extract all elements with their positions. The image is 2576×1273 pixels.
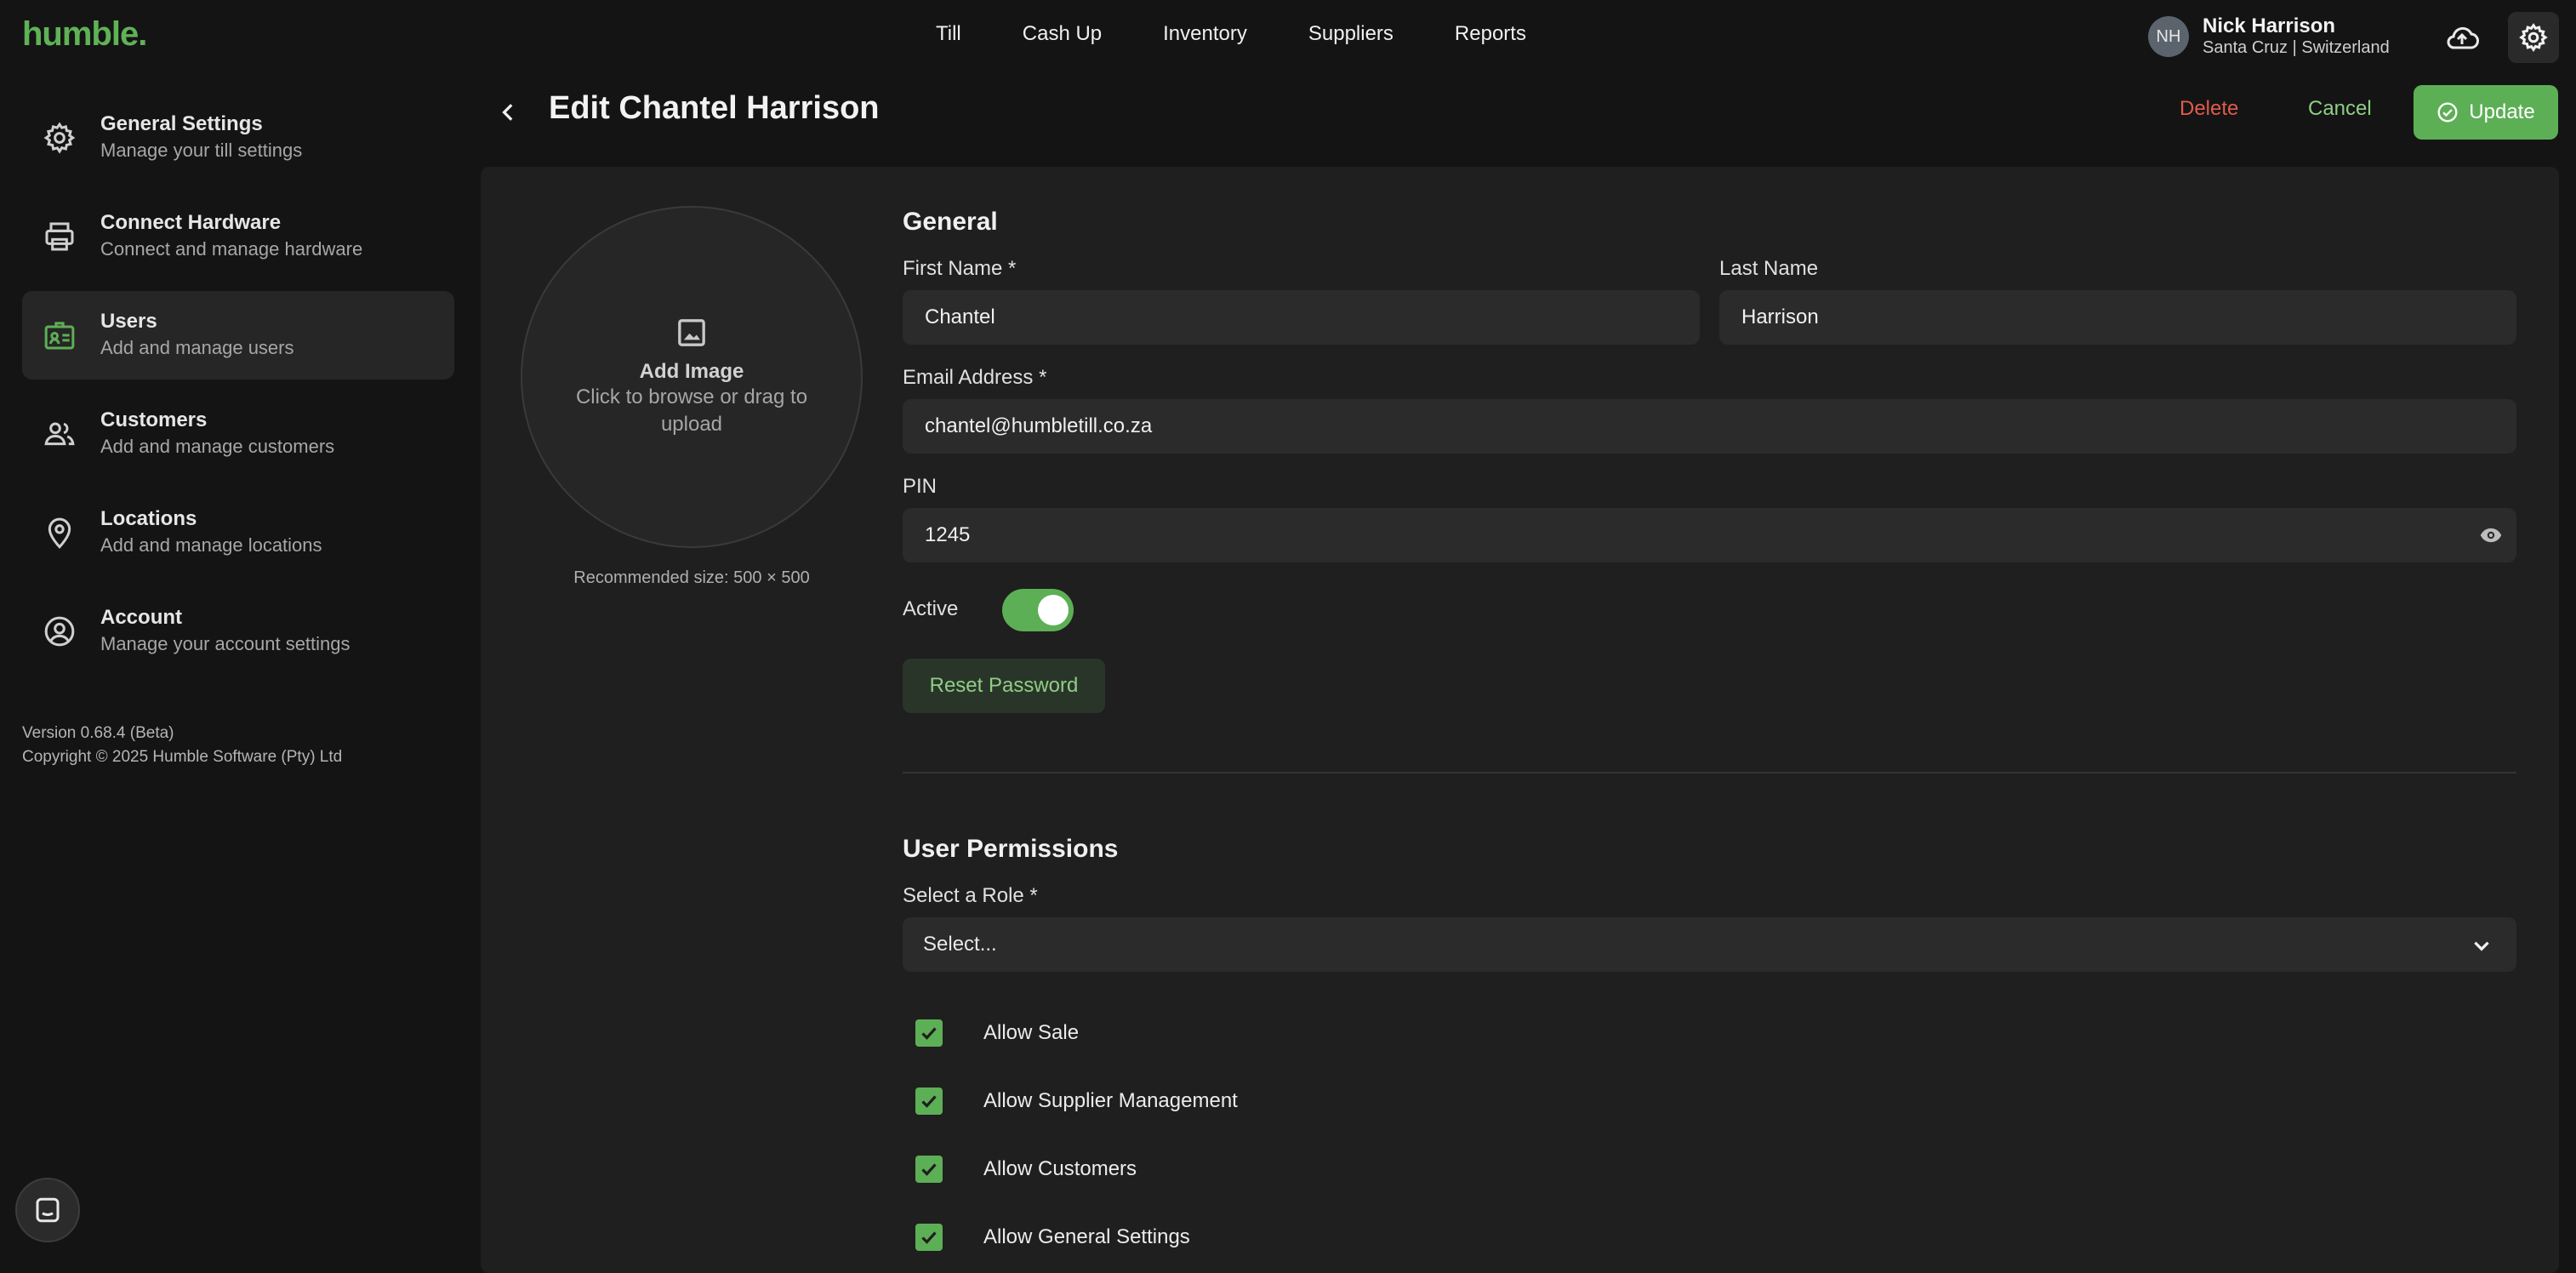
sidebar-item-subtitle: Manage your till settings <box>100 140 303 161</box>
user-permissions-title: User Permissions <box>903 835 1119 863</box>
support-chat-button[interactable] <box>15 1178 80 1242</box>
permission-allow-customers[interactable]: Allow Customers <box>915 1156 1137 1183</box>
recommended-size-note: Recommended size: 500 × 500 <box>573 568 810 587</box>
section-divider <box>903 772 2516 774</box>
role-select[interactable]: Select... <box>903 917 2516 972</box>
permission-label: Allow Sale <box>983 1021 1080 1044</box>
sidebar-item-title: Account <box>100 606 182 629</box>
sidebar-item-general-settings[interactable]: General Settings Manage your till settin… <box>22 94 454 182</box>
id-card-icon <box>41 317 78 354</box>
reset-password-button[interactable]: Reset Password <box>903 659 1105 713</box>
chevron-down-icon <box>2471 934 2493 956</box>
permission-allow-sale[interactable]: Allow Sale <box>915 1019 1079 1047</box>
sidebar-item-title: Connect Hardware <box>100 211 282 234</box>
add-image-hint: Click to browse or drag to upload <box>575 385 808 436</box>
gear-icon <box>2518 22 2549 53</box>
user-name: Nick Harrison <box>2203 14 2336 37</box>
chat-icon <box>32 1195 63 1225</box>
toggle-knob <box>1038 595 1069 625</box>
permission-allow-general-settings[interactable]: Allow General Settings <box>915 1224 1190 1251</box>
permission-label: Allow General Settings <box>983 1225 1190 1248</box>
avatar: NH <box>2148 16 2189 57</box>
last-name-field[interactable]: Harrison <box>1719 290 2516 345</box>
first-name-field[interactable]: Chantel <box>903 290 1700 345</box>
check-icon <box>921 1163 937 1176</box>
sidebar-item-customers[interactable]: Customers Add and manage customers <box>22 390 454 478</box>
check-icon <box>921 1231 937 1244</box>
top-navigation: Till Cash Up Inventory Suppliers Reports <box>936 22 1587 46</box>
nav-inventory[interactable]: Inventory <box>1163 22 1247 46</box>
sidebar-item-title: General Settings <box>100 112 263 135</box>
sidebar-item-subtitle: Connect and manage hardware <box>100 238 363 260</box>
general-section-title: General <box>903 208 998 236</box>
role-label: Select a Role * <box>903 884 1038 907</box>
pin-value: 1245 <box>925 523 971 546</box>
sidebar-item-subtitle: Add and manage users <box>100 337 294 358</box>
sidebar-item-connect-hardware[interactable]: Connect Hardware Connect and manage hard… <box>22 192 454 281</box>
active-toggle[interactable] <box>1002 589 1074 631</box>
image-upload-dropzone[interactable]: Add Image Click to browse or drag to upl… <box>521 206 863 548</box>
app-logo[interactable]: humble. <box>22 15 147 54</box>
sidebar-item-title: Customers <box>100 408 208 431</box>
check-circle-icon <box>2436 101 2469 123</box>
delete-button[interactable]: Delete <box>2180 97 2238 121</box>
eye-icon[interactable] <box>2479 523 2503 547</box>
nav-suppliers[interactable]: Suppliers <box>1308 22 1393 46</box>
pin-field[interactable]: 1245 <box>903 508 2516 562</box>
pin-label: PIN <box>903 475 938 498</box>
sidebar-item-locations[interactable]: Locations Add and manage locations <box>22 488 454 577</box>
nav-reports[interactable]: Reports <box>1455 22 1526 46</box>
user-info: Nick Harrison Santa Cruz | Switzerland <box>2203 15 2390 58</box>
check-icon <box>921 1095 937 1108</box>
back-button[interactable] <box>492 92 526 133</box>
settings-sidebar: General Settings Manage your till settin… <box>22 94 454 686</box>
sidebar-item-subtitle: Manage your account settings <box>100 633 350 654</box>
sidebar-item-users[interactable]: Users Add and manage users <box>22 291 454 380</box>
checkbox[interactable] <box>915 1019 943 1047</box>
checkbox[interactable] <box>915 1087 943 1115</box>
settings-button[interactable] <box>2508 12 2559 63</box>
cloud-upload-icon <box>2445 24 2479 51</box>
permission-label: Allow Supplier Management <box>983 1089 1238 1112</box>
chevron-left-icon <box>498 100 520 125</box>
sidebar-item-subtitle: Add and manage customers <box>100 436 335 457</box>
checkbox[interactable] <box>915 1224 943 1251</box>
checkbox[interactable] <box>915 1156 943 1183</box>
email-label: Email Address * <box>903 366 1047 389</box>
permission-label: Allow Customers <box>983 1157 1137 1180</box>
image-icon <box>675 316 709 350</box>
sidebar-item-account[interactable]: Account Manage your account settings <box>22 587 454 676</box>
email-field[interactable]: chantel@humbletill.co.za <box>903 399 2516 454</box>
cloud-upload-button[interactable] <box>2442 19 2482 56</box>
page-title: Edit Chantel Harrison <box>549 90 880 126</box>
update-label: Update <box>2469 100 2535 123</box>
version-text: Version 0.68.4 (Beta) <box>22 724 174 742</box>
gear-icon <box>41 119 78 157</box>
user-profile[interactable]: NH Nick Harrison Santa Cruz | Switzerlan… <box>2148 15 2390 58</box>
account-circle-icon <box>41 613 78 650</box>
version-info: Version 0.68.4 (Beta) Copyright © 2025 H… <box>22 722 342 769</box>
active-label: Active <box>903 597 959 620</box>
sidebar-item-subtitle: Add and manage locations <box>100 534 322 556</box>
role-select-value: Select... <box>923 933 997 956</box>
printer-icon <box>41 218 78 255</box>
check-icon <box>921 1027 937 1040</box>
people-icon <box>41 415 78 453</box>
nav-cash-up[interactable]: Cash Up <box>1023 22 1102 46</box>
nav-till[interactable]: Till <box>936 22 961 46</box>
copyright-text: Copyright © 2025 Humble Software (Pty) L… <box>22 748 343 766</box>
user-location: Santa Cruz | Switzerland <box>2203 38 2390 57</box>
sidebar-item-title: Locations <box>100 507 197 530</box>
permission-allow-supplier-management[interactable]: Allow Supplier Management <box>915 1087 1238 1115</box>
last-name-label: Last Name <box>1719 257 1819 280</box>
map-pin-icon <box>41 514 78 551</box>
update-button[interactable]: Update <box>2414 85 2558 140</box>
cancel-button[interactable]: Cancel <box>2308 97 2372 121</box>
first-name-label: First Name * <box>903 257 1017 280</box>
sidebar-item-title: Users <box>100 310 157 333</box>
add-image-title: Add Image <box>639 360 744 383</box>
